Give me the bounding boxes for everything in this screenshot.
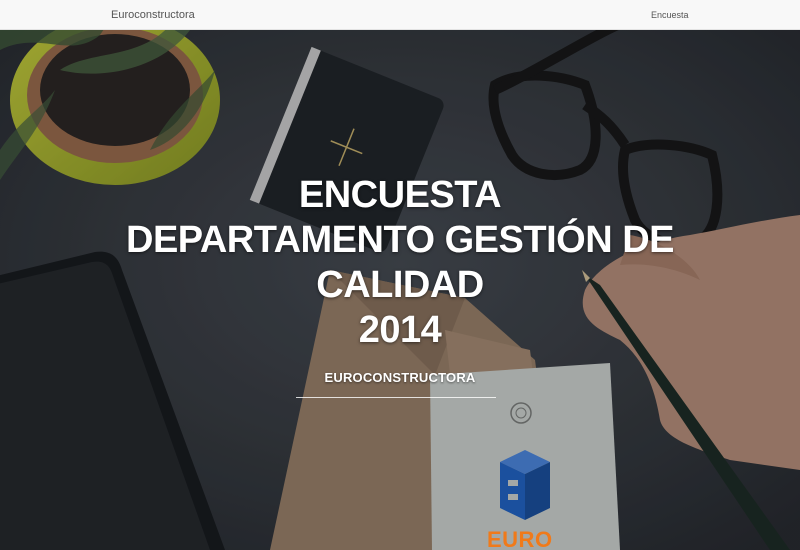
hero-section: ENCUESTA DEPARTAMENTO GESTIÓN DE CALIDAD… [0, 30, 800, 550]
hero-title-line-1: ENCUESTA [298, 174, 502, 216]
hero-title-line-4: 2014 [358, 309, 442, 351]
hero-subtitle: EUROCONSTRUCTORA [324, 370, 476, 385]
hero-divider [296, 397, 496, 398]
hero-title-line-2: DEPARTAMENTO GESTIÓN DE [126, 219, 674, 261]
brand-link[interactable]: Euroconstructora [111, 0, 195, 30]
hero-title: ENCUESTA DEPARTAMENTO GESTIÓN DE CALIDAD… [100, 173, 700, 353]
top-navbar: Euroconstructora Encuesta [0, 0, 800, 30]
euro-logo-text: EURO [487, 527, 553, 550]
nav-link-encuesta[interactable]: Encuesta [651, 0, 689, 30]
hero-title-line-3: CALIDAD [316, 264, 484, 306]
